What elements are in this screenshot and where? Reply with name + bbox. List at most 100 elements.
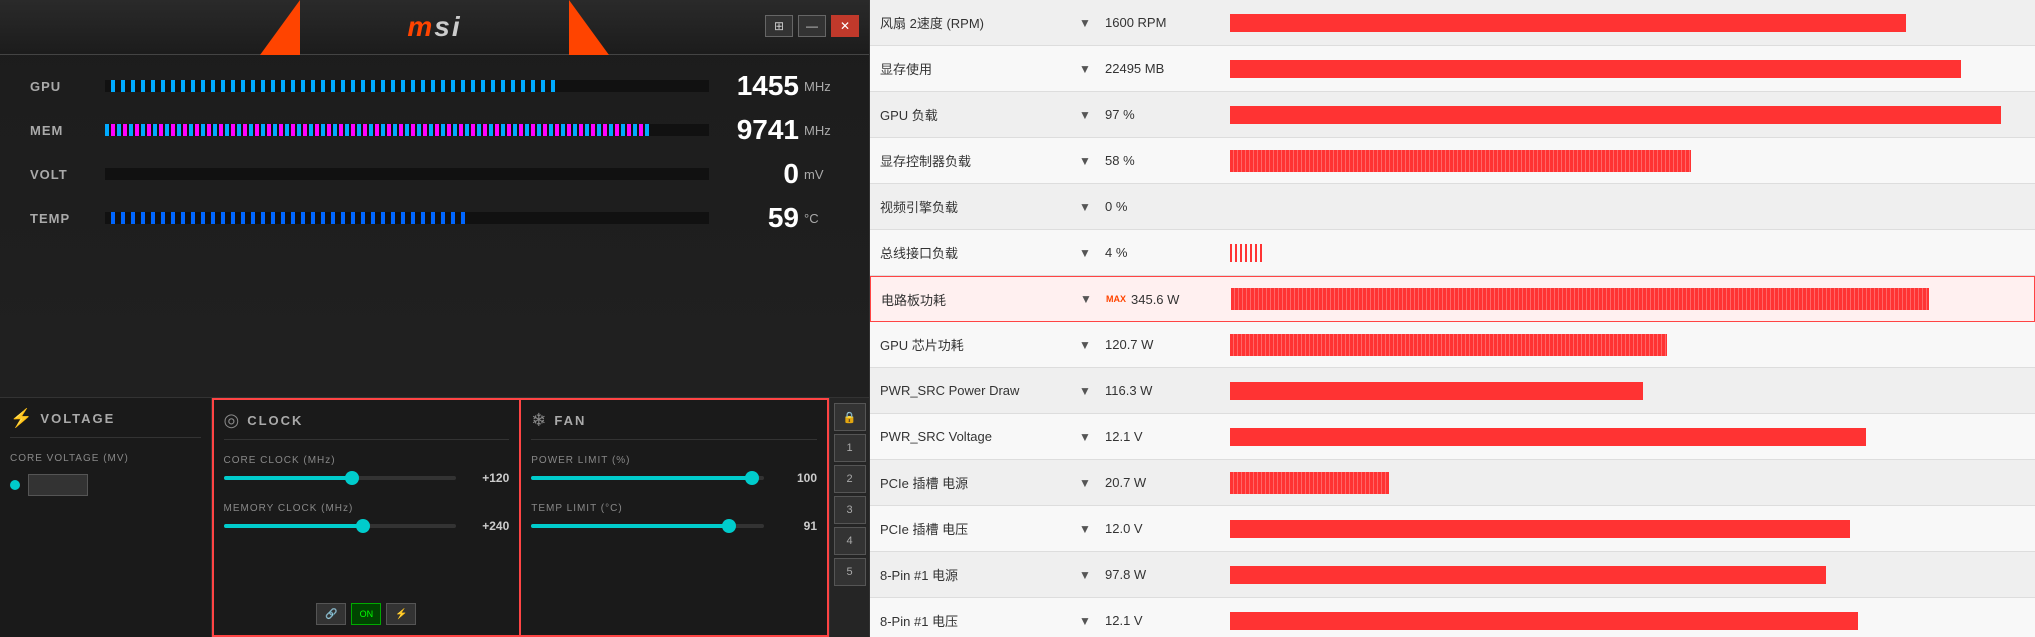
table-row: 风扇 2速度 (RPM) ▼ 1600 RPM: [870, 0, 2035, 46]
table-row: 显存控制器负载 ▼ 58 %: [870, 138, 2035, 184]
row-dropdown[interactable]: ▼: [1070, 16, 1100, 30]
row-bar-area: [1220, 60, 2035, 78]
memory-clock-track[interactable]: [224, 524, 457, 528]
power-limit-track[interactable]: [531, 476, 764, 480]
core-clock-fill: [224, 476, 352, 480]
gpu-value: 1455: [719, 70, 799, 102]
volt-value: 0: [719, 158, 799, 190]
temp-limit-fill: [531, 524, 729, 528]
power-limit-slider-row: 100: [531, 471, 817, 485]
volt-gauge-row: VOLT 0 mV: [30, 158, 839, 190]
sidebar-profile-4-button[interactable]: 4: [834, 527, 866, 555]
temp-limit-thumb[interactable]: [722, 519, 736, 533]
gpu-label: GPU: [30, 79, 95, 94]
close-button[interactable]: ✕: [831, 15, 859, 37]
triangle-left-decor: [260, 0, 300, 55]
row-name: PCIe 插槽 电源: [870, 473, 1070, 492]
row-dropdown[interactable]: ▼: [1070, 62, 1100, 76]
memory-clock-slider-row: +240: [224, 519, 510, 533]
row-dropdown[interactable]: ▼: [1070, 246, 1100, 260]
gpu-bar-container: [105, 80, 709, 92]
triangle-right-decor: [569, 0, 609, 55]
windows-button[interactable]: ⊞: [765, 15, 793, 37]
minimize-button[interactable]: —: [798, 15, 826, 37]
temp-unit: °C: [804, 211, 839, 226]
gpu-bar-fill: [105, 80, 558, 92]
row-dropdown[interactable]: ▼: [1071, 292, 1101, 306]
row-value: 97 %: [1100, 107, 1220, 122]
clock-section: ◎ CLOCK CORE CLOCK (MHz) +120 MEMORY CLO…: [212, 398, 522, 637]
row-dropdown[interactable]: ▼: [1070, 614, 1100, 628]
volt-bar-bg: [105, 168, 709, 180]
core-clock-track[interactable]: [224, 476, 457, 480]
voltage-dot: [10, 480, 20, 490]
row-bar-area: [1220, 198, 2035, 216]
row-dropdown[interactable]: ▼: [1070, 108, 1100, 122]
row-name: PCIe 插槽 电压: [870, 519, 1070, 538]
row-name: 8-Pin #1 电源: [870, 565, 1070, 584]
voltage-title: VOLTAGE: [40, 411, 115, 426]
mem-bar-fill: [105, 124, 649, 136]
core-clock-group: CORE CLOCK (MHz) +120: [224, 455, 510, 485]
row-dropdown[interactable]: ▼: [1070, 430, 1100, 444]
row-bar-area: [1220, 244, 2035, 262]
clock-icon: ◎: [224, 410, 240, 431]
sidebar-profile-2-button[interactable]: 2: [834, 465, 866, 493]
table-row: 显存使用 ▼ 22495 MB: [870, 46, 2035, 92]
memory-clock-thumb[interactable]: [356, 519, 370, 533]
mem-label: MEM: [30, 123, 95, 138]
mem-bar-container: [105, 124, 709, 136]
temp-gauge-row: TEMP 59 °C: [30, 202, 839, 234]
temp-limit-track[interactable]: [531, 524, 764, 528]
row-value: 1600 RPM: [1100, 15, 1220, 30]
row-name: GPU 芯片功耗: [870, 335, 1070, 354]
sidebar-profile-5-button[interactable]: 5: [834, 558, 866, 586]
volt-label: VOLT: [30, 167, 95, 182]
temp-label: TEMP: [30, 211, 95, 226]
mem-unit: MHz: [804, 123, 839, 138]
row-bar-area: [1221, 288, 2034, 310]
row-bar: [1230, 106, 2001, 124]
row-value: 12.0 V: [1100, 521, 1220, 536]
row-dropdown[interactable]: ▼: [1070, 154, 1100, 168]
row-name: 总线接口负载: [870, 243, 1070, 262]
row-name: 8-Pin #1 电压: [870, 611, 1070, 630]
voltage-input[interactable]: [28, 474, 88, 496]
sidebar-profile-3-button[interactable]: 3: [834, 496, 866, 524]
temp-limit-label: TEMP LIMIT (°C): [531, 503, 817, 514]
row-value: 20.7 W: [1100, 475, 1220, 490]
row-bar: [1230, 428, 1866, 446]
flash-button[interactable]: ⚡: [386, 603, 416, 625]
table-row: 8-Pin #1 电压 ▼ 12.1 V: [870, 598, 2035, 637]
clock-header: ◎ CLOCK: [224, 410, 510, 440]
row-bar: [1230, 612, 1858, 630]
memory-clock-fill: [224, 524, 364, 528]
row-value: 120.7 W: [1100, 337, 1220, 352]
link-button[interactable]: 🔗: [316, 603, 346, 625]
table-row: 视频引擎负载 ▼ 0 %: [870, 184, 2035, 230]
sidebar-profile-1-button[interactable]: 1: [834, 434, 866, 462]
power-limit-thumb[interactable]: [745, 471, 759, 485]
row-name: 显存控制器负载: [870, 151, 1070, 170]
row-dropdown[interactable]: ▼: [1070, 568, 1100, 582]
row-bar: [1230, 334, 1667, 356]
row-name: GPU 负载: [870, 105, 1070, 124]
table-row: 电路板功耗 ▼ MAX345.6 W: [870, 276, 2035, 322]
row-name: 视频引擎负载: [870, 197, 1070, 216]
row-dropdown[interactable]: ▼: [1070, 200, 1100, 214]
row-dropdown[interactable]: ▼: [1070, 476, 1100, 490]
memory-clock-label: MEMORY CLOCK (MHz): [224, 503, 510, 514]
power-limit-value: 100: [772, 471, 817, 485]
row-dropdown[interactable]: ▼: [1070, 522, 1100, 536]
sidebar-lock-button[interactable]: 🔒: [834, 403, 866, 431]
row-dropdown[interactable]: ▼: [1070, 338, 1100, 352]
sidebar-buttons: 🔒 1 2 3 4 5: [829, 398, 869, 637]
on-button[interactable]: ON: [351, 603, 381, 625]
temp-limit-group: TEMP LIMIT (°C) 91: [531, 503, 817, 533]
mem-value: 9741: [719, 114, 799, 146]
temp-limit-value: 91: [772, 519, 817, 533]
core-clock-thumb[interactable]: [345, 471, 359, 485]
row-bar: [1230, 150, 1691, 172]
row-name: 显存使用: [870, 59, 1070, 78]
row-dropdown[interactable]: ▼: [1070, 384, 1100, 398]
